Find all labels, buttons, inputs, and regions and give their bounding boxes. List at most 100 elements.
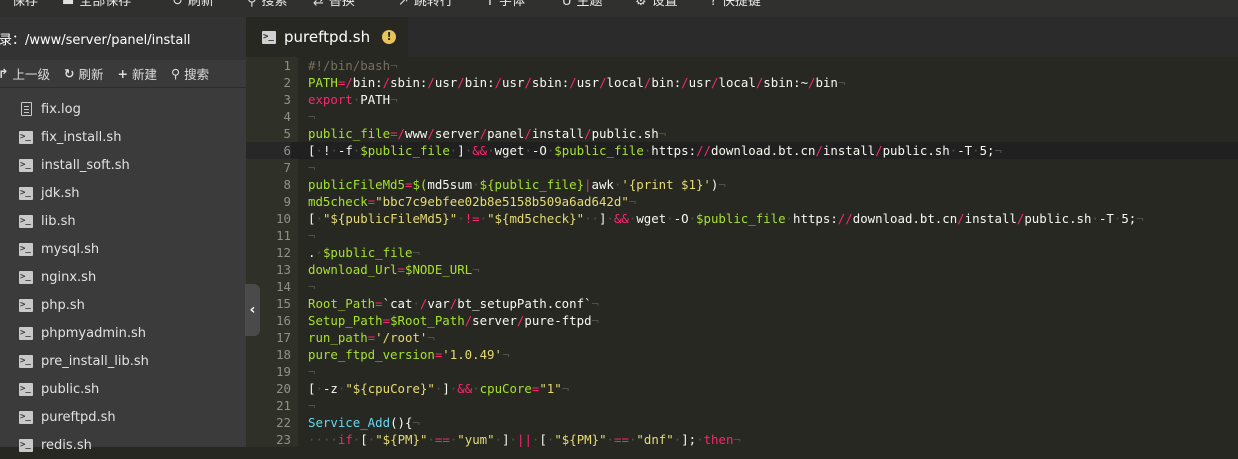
line-number: 20 (276, 381, 291, 396)
file-item[interactable]: >_ lib.sh (0, 207, 246, 235)
line-number: 9 (283, 194, 291, 209)
toolbar-save-button[interactable]: ▬保存 (0, 0, 38, 10)
code-line[interactable]: 10 [·"${publicFileMd5}"·!=·"${md5check}"·… (246, 210, 1238, 227)
code-line[interactable]: 18 pure_ftpd_version='1.0.49'¬ (246, 346, 1238, 363)
file-name: lib.sh (41, 213, 76, 229)
shell-file-icon: >_ (18, 326, 34, 340)
file-item[interactable]: >_ nginx.sh (0, 263, 246, 291)
tab-title: pureftpd.sh (284, 28, 371, 46)
code-text: md5check="bbc7c9ebfee02b8e5158b509a6ad64… (308, 194, 637, 209)
tab-bar: >_ pureftpd.sh ! (246, 17, 1238, 57)
line-number: 13 (276, 262, 291, 277)
code-line[interactable]: 19 ¬ (246, 363, 1238, 380)
code-line[interactable]: 20 [·-z·"${cpuCore}"·]·&&·cpuCore="1"¬ (246, 380, 1238, 397)
code-line[interactable]: 7 ¬ (246, 159, 1238, 176)
toolbar-search-button[interactable]: ⚲ 搜索 (247, 0, 288, 10)
code-line[interactable]: 4 ¬ (246, 108, 1238, 125)
line-number: 10 (276, 211, 291, 226)
gear-icon: ⚙ (635, 0, 647, 9)
toolbar-theme-button[interactable]: U 主题 (562, 0, 603, 10)
code-text: ¬ (308, 109, 316, 124)
code-line[interactable]: 11 ¬ (246, 227, 1238, 244)
code-line[interactable]: 14 ¬ (246, 278, 1238, 295)
code-line[interactable]: 3 export·PATH¬ (246, 91, 1238, 108)
file-item[interactable]: >_ phpmyadmin.sh (0, 319, 246, 347)
shell-file-icon: >_ (18, 438, 34, 452)
code-line[interactable]: 8 publicFileMd5=$(md5sum·${public_file}|a… (246, 176, 1238, 193)
code-line[interactable]: 1 #!/bin/bash¬ (246, 57, 1238, 74)
shell-file-icon: >_ (18, 242, 34, 256)
code-line[interactable]: 17 run_path='/root'¬ (246, 329, 1238, 346)
code-text: ¬ (308, 398, 316, 413)
shell-file-icon: >_ (18, 270, 34, 284)
toolbar-font-button[interactable]: T 字体 (486, 0, 525, 10)
file-item[interactable]: >_ pre_install_lib.sh (0, 347, 246, 375)
file-item[interactable]: >_ redis.sh (0, 431, 246, 459)
line-number: 6 (246, 142, 291, 159)
toolbar-label: 搜索 (261, 0, 288, 9)
code-line[interactable]: 12 .·$public_file¬ (246, 244, 1238, 261)
search-icon: ⚲ (171, 66, 181, 81)
toolbar-gear-button[interactable]: ⚙ 设置 (635, 0, 678, 10)
toolbar-jump-button[interactable]: ↗ 跳转行 (398, 0, 453, 10)
toolbar-replace-button[interactable]: ⇄ 替换 (313, 0, 355, 10)
sidebar-action-plus[interactable]: + 新建 (118, 64, 158, 83)
toolbar-label: 设置 (651, 0, 678, 9)
file-name: install_soft.sh (41, 157, 130, 173)
code-text: Root_Path=`cat·/var/bt_setupPath.conf`¬ (308, 296, 599, 311)
sidebar-action-up-arrow[interactable]: ↱ 上一级 (0, 64, 50, 83)
code-line[interactable]: 2 PATH=/bin:/sbin:/usr/bin:/usr/sbin:/usr… (246, 74, 1238, 91)
toolbar-refresh-button[interactable]: ↻ 刷新 (172, 0, 214, 10)
file-name: pre_install_lib.sh (41, 353, 149, 369)
file-item[interactable]: >_ public.sh (0, 375, 246, 403)
unsaved-warning-icon[interactable]: ! (382, 30, 397, 44)
code-text: ¬ (308, 228, 316, 243)
shell-file-icon: >_ (18, 298, 34, 312)
file-item[interactable]: >_ jdk.sh (0, 179, 246, 207)
line-number: 1 (283, 58, 291, 73)
file-name: nginx.sh (41, 269, 97, 285)
file-item[interactable]: >_ pureftpd.sh (0, 403, 246, 431)
code-line[interactable]: 21 ¬ (246, 397, 1238, 414)
sidebar-action-refresh[interactable]: ↻ 刷新 (64, 64, 104, 83)
code-line[interactable]: 15 Root_Path=`cat·/var/bt_setupPath.conf`… (246, 295, 1238, 312)
jump-icon: ↗ (398, 0, 409, 9)
code-line[interactable]: 16 Setup_Path=$Root_Path/server/pure-ftpd… (246, 312, 1238, 329)
file-item[interactable]: fix.log (0, 95, 246, 123)
line-number: 7 (283, 160, 291, 175)
code-line[interactable]: 22 Service_Add(){¬ (246, 414, 1238, 431)
collapse-sidebar-button[interactable]: ‹ (245, 284, 260, 336)
code-line[interactable]: 23 ····if·[·"${PM}"·==·"yum"·]·||·[·"${PM… (246, 431, 1238, 448)
sidebar-action-search[interactable]: ⚲ 搜索 (171, 64, 209, 83)
file-name: pureftpd.sh (41, 409, 116, 425)
tab-pureftpd[interactable]: >_ pureftpd.sh ! (246, 17, 408, 57)
code-text: run_path='/root'¬ (308, 330, 435, 345)
line-number: 21 (276, 398, 291, 413)
shell-file-icon: >_ (18, 354, 34, 368)
file-item[interactable]: >_ fix_install.sh (0, 123, 246, 151)
file-item[interactable]: >_ php.sh (0, 291, 246, 319)
up-arrow-icon: ↱ (0, 66, 9, 81)
chevron-left-icon: ‹ (249, 302, 256, 318)
line-number: 18 (276, 347, 291, 362)
code-line[interactable]: 5 public_file=/www/server/panel/install/p… (246, 125, 1238, 142)
toolbar-help-button[interactable]: ? 快捷键 (710, 0, 761, 10)
sidebar-action-label: 搜索 (184, 67, 210, 82)
code-line[interactable]: 13 download_Url=$NODE_URL¬ (246, 261, 1238, 278)
refresh-icon: ↻ (64, 66, 75, 81)
code-editor[interactable]: 1 #!/bin/bash¬ 2 PATH=/bin:/sbin:/usr/bin:/… (246, 57, 1238, 447)
file-item[interactable]: >_ mysql.sh (0, 235, 246, 263)
code-line[interactable]: 9 md5check="bbc7c9ebfee02b8e5158b509a6ad6… (246, 193, 1238, 210)
sidebar-action-label: 刷新 (78, 67, 104, 82)
code-line[interactable]: 6 [·!·-f·$public_file·]·&&·wget·-O·$publi… (246, 142, 1238, 159)
sidebar-action-label: 新建 (131, 67, 157, 82)
file-list: fix.log >_ fix_install.sh >_ install_soft.sh… (0, 95, 246, 459)
toolbar-label: 刷新 (187, 0, 214, 9)
directory-label: 目录：/www/server/panel/install (0, 33, 191, 48)
toolbar-save-all-button[interactable]: ▬ 全部保存 (62, 0, 131, 10)
code-text: [·-z·"${cpuCore}"·]·&&·cpuCore="1"¬ (308, 381, 570, 396)
theme-icon: U (562, 0, 572, 9)
file-item[interactable]: >_ install_soft.sh (0, 151, 246, 179)
code-text: ¬ (308, 364, 316, 379)
current-directory: 目录：/www/server/panel/install (0, 17, 246, 60)
